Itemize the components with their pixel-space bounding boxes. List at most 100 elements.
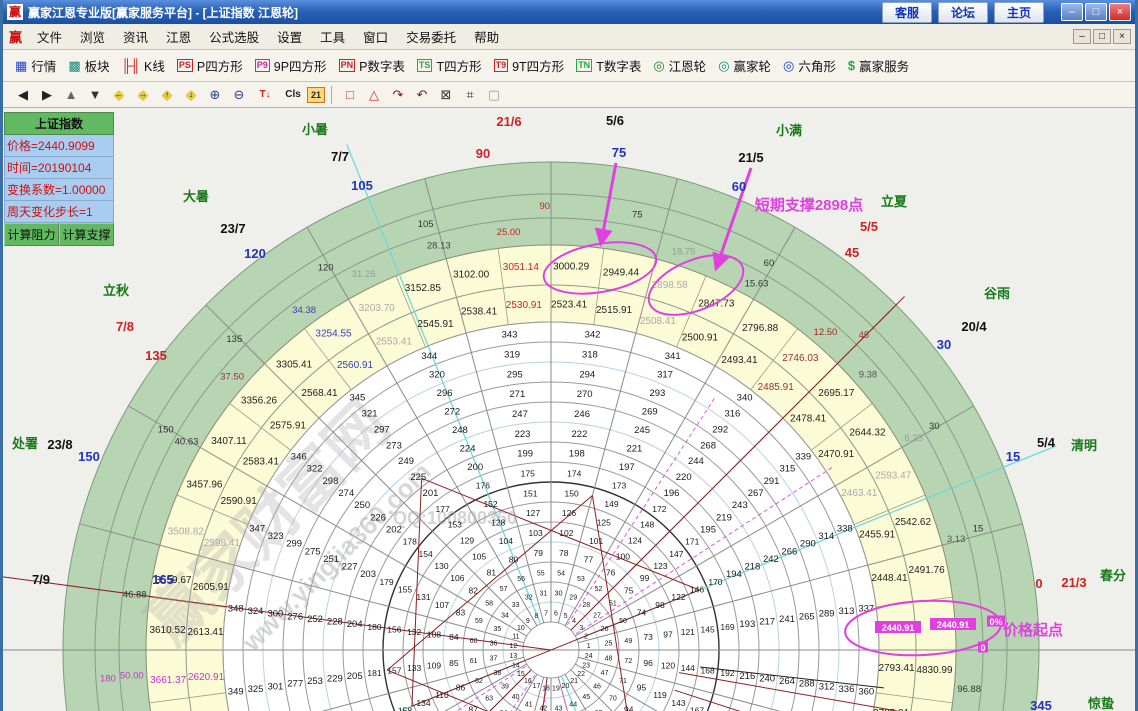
panel-button-计算阻力[interactable]: 计算阻力 — [4, 223, 59, 246]
svg-text:25.00: 25.00 — [497, 227, 521, 238]
next-arrow-icon[interactable]: ▶ — [35, 85, 59, 105]
svg-text:42: 42 — [540, 706, 548, 711]
sort-tool-icon[interactable]: T↓ — [251, 85, 279, 105]
center-tool-icon[interactable]: ⌗ — [458, 85, 482, 105]
svg-text:6: 6 — [554, 610, 558, 617]
toolbar-T数字表[interactable]: TNT数字表 — [570, 53, 647, 78]
maximize-button[interactable]: □ — [1085, 3, 1107, 21]
gann-wheel-svg[interactable]: 赢家财富网www.yingjia360.comQQ:10080036012345… — [3, 108, 1135, 711]
shift-left-diamond-icon[interactable]: ◆← — [107, 85, 131, 105]
toolbar-label: 9P四方形 — [274, 56, 327, 75]
toolbar-P数字表[interactable]: PNP数字表 — [333, 53, 411, 78]
toolbar-9T四方形[interactable]: T99T四方形 — [488, 53, 571, 78]
svg-text:344: 344 — [421, 351, 437, 362]
quick-button-0[interactable]: 客服 — [882, 2, 932, 23]
toolbar-9P四方形[interactable]: P99P四方形 — [249, 53, 333, 78]
menu-浏览[interactable]: 浏览 — [71, 24, 114, 49]
menu-江恩[interactable]: 江恩 — [157, 24, 200, 49]
svg-text:70: 70 — [609, 695, 617, 702]
svg-text:274: 274 — [338, 488, 354, 499]
child-minimize-button[interactable]: – — [1073, 29, 1091, 44]
zoom-in-icon[interactable]: ⊕ — [203, 85, 227, 105]
svg-text:148: 148 — [640, 520, 654, 530]
svg-text:195: 195 — [700, 524, 716, 535]
menu-设置[interactable]: 设置 — [268, 24, 311, 49]
zoom-out-icon[interactable]: ⊖ — [227, 85, 251, 105]
svg-text:268: 268 — [700, 440, 716, 451]
quick-button-1[interactable]: 论坛 — [938, 2, 988, 23]
svg-text:181: 181 — [367, 668, 381, 678]
svg-text:30: 30 — [937, 337, 951, 352]
shift-up-diamond-icon[interactable]: ◆↑ — [155, 85, 179, 105]
svg-text:4: 4 — [572, 618, 576, 625]
down-arrow-icon[interactable]: ▼ — [83, 85, 107, 105]
svg-text:248: 248 — [452, 425, 468, 436]
triangle-tool-icon[interactable]: △ — [362, 85, 386, 105]
svg-text:7/9: 7/9 — [32, 572, 50, 587]
cls-tool-icon[interactable]: Cls — [279, 85, 307, 105]
calendar-tool-icon[interactable]: 21 — [307, 87, 325, 103]
square-tool-icon[interactable]: □ — [338, 85, 362, 105]
svg-text:54: 54 — [557, 571, 565, 578]
svg-text:134: 134 — [416, 698, 430, 708]
svg-text:14: 14 — [512, 663, 520, 670]
toolbar-赢家轮[interactable]: ◎赢家轮 — [712, 53, 777, 78]
rotate-ccw-icon[interactable]: ↶ — [410, 85, 434, 105]
toolbar-K线[interactable]: ╟╢K线 — [116, 53, 171, 78]
shift-down-diamond-icon[interactable]: ◆↓ — [179, 85, 203, 105]
menu-窗口[interactable]: 窗口 — [354, 24, 397, 49]
toolbar-P四方形[interactable]: PSP四方形 — [171, 53, 249, 78]
panel-button-计算支撑[interactable]: 计算支撑 — [59, 223, 114, 246]
toolbar-赢家服务[interactable]: $赢家服务 — [842, 53, 915, 78]
up-arrow-icon[interactable]: ▲ — [59, 85, 83, 105]
toolbar-六角形[interactable]: ◎六角形 — [777, 53, 842, 78]
panel-row-3: 周天变化步长=1 — [4, 201, 114, 223]
svg-text:2463.41: 2463.41 — [841, 488, 878, 499]
svg-text:34: 34 — [501, 613, 509, 620]
menu-工具[interactable]: 工具 — [311, 24, 354, 49]
svg-text:2455.91: 2455.91 — [859, 530, 896, 541]
menu-资讯[interactable]: 资讯 — [114, 24, 157, 49]
toolbar-板块[interactable]: ▩板块 — [62, 53, 115, 78]
svg-text:105: 105 — [351, 178, 373, 193]
toolbar-江恩轮[interactable]: ◎江恩轮 — [647, 53, 712, 78]
child-restore-button[interactable]: □ — [1093, 29, 1111, 44]
boxed-x-tool-icon[interactable]: ⊠ — [434, 85, 458, 105]
svg-text:3407.11: 3407.11 — [211, 436, 247, 447]
inactive-tool-icon[interactable]: ▢ — [482, 85, 506, 105]
svg-text:15: 15 — [517, 671, 525, 678]
menu-文件[interactable]: 文件 — [28, 24, 71, 49]
svg-text:63: 63 — [485, 695, 493, 702]
svg-text:清明: 清明 — [1071, 438, 1097, 453]
svg-text:144: 144 — [681, 663, 695, 673]
prev-arrow-icon[interactable]: ◀ — [11, 85, 35, 105]
svg-text:56: 56 — [517, 576, 525, 583]
svg-text:325: 325 — [248, 684, 264, 695]
svg-text:春分: 春分 — [1099, 568, 1126, 583]
minimize-button[interactable]: – — [1061, 3, 1083, 21]
menu-公式选股[interactable]: 公式选股 — [200, 24, 268, 49]
shift-right-diamond-icon[interactable]: ◆→ — [131, 85, 155, 105]
toolbar-行情[interactable]: ▦行情 — [9, 53, 62, 78]
title-bar: 赢 赢家江恩专业版[赢家服务平台] - [上证指数 江恩轮] 客服论坛主页 –□… — [3, 0, 1135, 24]
svg-text:342: 342 — [585, 330, 601, 341]
child-close-button[interactable]: × — [1113, 29, 1131, 44]
svg-text:290: 290 — [800, 539, 816, 550]
江恩轮-icon: ◎ — [653, 58, 664, 74]
toolbar-separator — [331, 86, 332, 104]
menu-交易委托[interactable]: 交易委托 — [397, 24, 465, 49]
gann-wheel-chart-area[interactable]: 赢家财富网www.yingjia360.comQQ:10080036012345… — [3, 108, 1135, 711]
toolbar-T四方形[interactable]: TST四方形 — [411, 53, 488, 78]
svg-text:37: 37 — [490, 656, 498, 663]
svg-text:57: 57 — [500, 586, 508, 593]
quick-button-2[interactable]: 主页 — [994, 2, 1044, 23]
svg-text:197: 197 — [619, 462, 635, 473]
rotate-cw-icon[interactable]: ↷ — [386, 85, 410, 105]
svg-text:36: 36 — [490, 640, 498, 647]
svg-text:71: 71 — [619, 678, 627, 685]
close-button[interactable]: × — [1109, 3, 1131, 21]
index-info-panel: 上证指数 价格=2440.9099时间=20190104变换系数=1.00000… — [4, 112, 114, 246]
menu-帮助[interactable]: 帮助 — [465, 24, 508, 49]
svg-text:119: 119 — [653, 690, 667, 700]
quick-buttons: 客服论坛主页 — [879, 2, 1047, 23]
